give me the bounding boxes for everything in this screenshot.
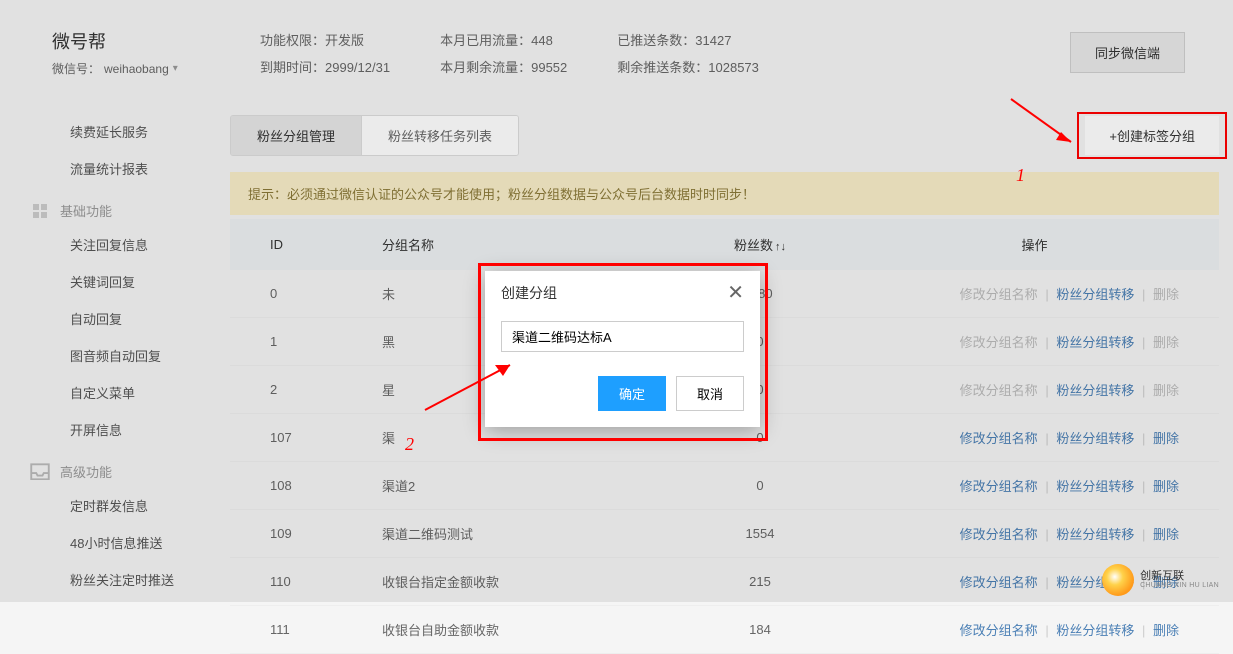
annotation-number-1: 1	[1016, 165, 1025, 186]
annotation-number-2: 2	[405, 434, 414, 455]
modal-cancel-button[interactable]: 取消	[676, 376, 744, 411]
watermark-logo: 创新互联 CHUANG XIN HU LIAN	[1102, 564, 1219, 596]
group-name-input[interactable]	[501, 321, 744, 352]
modal-title: 创建分组	[501, 283, 557, 303]
delete-group-link[interactable]: 删除	[1153, 623, 1179, 638]
close-icon[interactable]: ✕	[727, 283, 744, 303]
edit-group-link[interactable]: 修改分组名称	[960, 623, 1038, 638]
table-row: 111 收银台自助金额收款 184 修改分组名称 | 粉丝分组转移 | 删除	[230, 606, 1219, 654]
transfer-group-link[interactable]: 粉丝分组转移	[1056, 623, 1134, 638]
modal-ok-button[interactable]: 确定	[598, 376, 666, 411]
create-group-modal: 创建分组 ✕ 确定 取消	[485, 271, 760, 427]
logo-icon	[1102, 564, 1134, 596]
